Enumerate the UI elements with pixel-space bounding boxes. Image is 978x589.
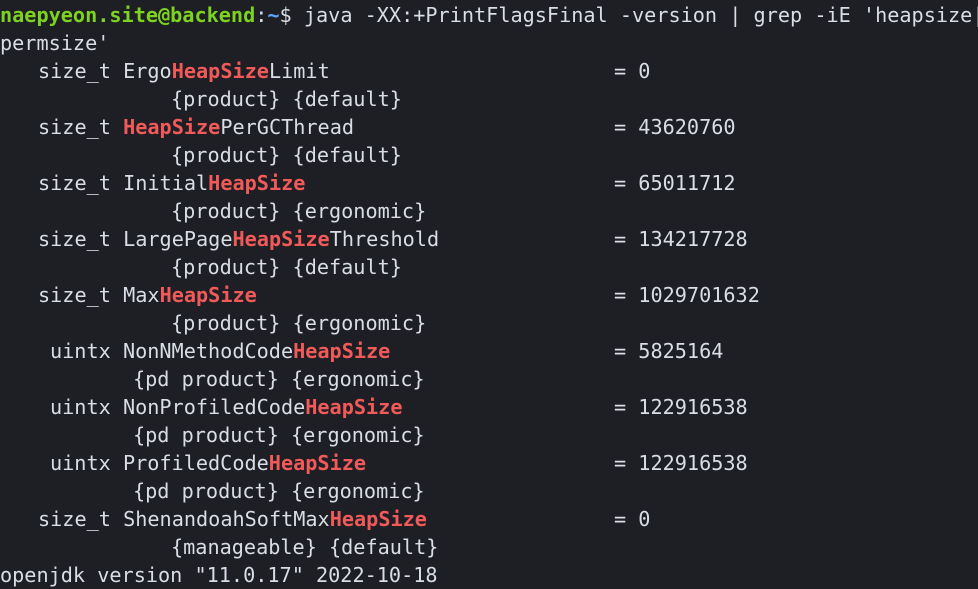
flag-row: size_t MaxHeapSize = 1029701632 <box>0 281 978 309</box>
flag-name-match: HeapSize <box>232 227 330 251</box>
flag-attributes: {manageable} {default} <box>171 535 439 559</box>
flag-type: size_t <box>38 283 111 307</box>
flag-name-prefix: ProfiledCode <box>122 451 269 475</box>
flag-name-suffix: Limit <box>268 59 330 83</box>
flag-name-match: HeapSize <box>268 451 367 475</box>
flag-name-prefix: NonProfiledCode <box>122 395 306 419</box>
flag-row: size_t HeapSizePerGCThread = 43620760 <box>0 113 978 141</box>
flag-type: uintx <box>50 451 111 475</box>
flag-type: size_t <box>38 115 111 139</box>
flag-type: size_t <box>38 171 111 195</box>
flag-value: = 122916538 <box>614 451 748 475</box>
flag-type: size_t <box>38 227 111 251</box>
flag-type: size_t <box>38 507 111 531</box>
flag-value: = 122916538 <box>614 395 748 419</box>
flag-name-prefix: Max <box>123 283 160 307</box>
flag-name-match: HeapSize <box>171 59 269 83</box>
flag-row: uintx NonProfiledCodeHeapSize = 122916538 <box>0 393 978 421</box>
version-line: openjdk version "11.0.17" 2022-10-18 <box>0 563 438 587</box>
flag-row: uintx ProfiledCodeHeapSize = 122916538 <box>0 449 978 477</box>
terminal-window[interactable]: naepyeon.site@backend:~$ java -XX:+Print… <box>0 0 978 588</box>
flag-type: uintx <box>50 339 111 363</box>
flag-name-suffix: Threshold <box>329 227 440 251</box>
flag-row: size_t ErgoHeapSizeLimit = 0 <box>0 57 978 85</box>
flag-value: = 1029701632 <box>614 283 760 307</box>
flag-value: = 43620760 <box>614 115 736 139</box>
command-text: java -XX:+PrintFlagsFinal -version | gre… <box>291 3 978 27</box>
flag-name-prefix: Initial <box>123 171 209 195</box>
flag-name-match: HeapSize <box>293 339 391 363</box>
prompt-symbol: $ <box>279 3 292 27</box>
flag-row: size_t InitialHeapSize = 65011712 <box>0 169 978 197</box>
flag-attributes: {product} {default} <box>171 255 402 279</box>
flag-value: = 134217728 <box>614 227 748 251</box>
flag-name-prefix: ShenandoahSoftMax <box>123 507 330 531</box>
flag-attributes: {product} {default} <box>171 143 402 167</box>
flag-attributes: {pd product} {ergonomic} <box>133 367 425 391</box>
flag-name-prefix: NonNMethodCode <box>122 339 294 363</box>
flag-value: = 65011712 <box>614 171 736 195</box>
flag-value: = 0 <box>614 507 651 531</box>
flag-name-match: HeapSize <box>305 395 403 419</box>
flag-attributes: {product} {default} <box>171 87 402 111</box>
flag-attributes: {product} {ergonomic} <box>171 199 427 223</box>
flag-row: uintx NonNMethodCodeHeapSize = 5825164 <box>0 337 978 365</box>
flag-attributes: {pd product} {ergonomic} <box>133 423 425 447</box>
flag-name-match: HeapSize <box>123 115 221 139</box>
flag-attributes: {pd product} {ergonomic} <box>133 479 425 503</box>
flag-name-match: HeapSize <box>208 171 306 195</box>
prompt-user-host: naepyeon.site@backend <box>0 3 256 27</box>
prompt-path: ~ <box>267 3 280 27</box>
command-line: naepyeon.site@backend:~$ java -XX:+Print… <box>0 1 978 29</box>
flag-value: = 5825164 <box>614 339 724 363</box>
flag-attributes: {product} {ergonomic} <box>171 311 427 335</box>
flag-name-suffix: PerGCThread <box>220 115 355 139</box>
flag-row: size_t LargePageHeapSizeThreshold = 13421… <box>0 225 978 253</box>
flag-name-match: HeapSize <box>159 283 257 307</box>
flag-name-match: HeapSize <box>329 507 427 531</box>
flag-type: uintx <box>50 395 111 419</box>
flag-output: size_t ErgoHeapSizeLimit = 0 {product} {de… <box>0 57 978 561</box>
prompt-separator: : <box>255 3 268 27</box>
flag-name-prefix: LargePage <box>123 227 233 251</box>
flag-value: = 0 <box>614 59 651 83</box>
flag-row: size_t ShenandoahSoftMaxHeapSize = 0 <box>0 505 978 533</box>
command-line-wrap: permsize' <box>0 31 110 55</box>
flag-type: size_t <box>38 59 111 83</box>
flag-name-prefix: Ergo <box>123 59 172 83</box>
